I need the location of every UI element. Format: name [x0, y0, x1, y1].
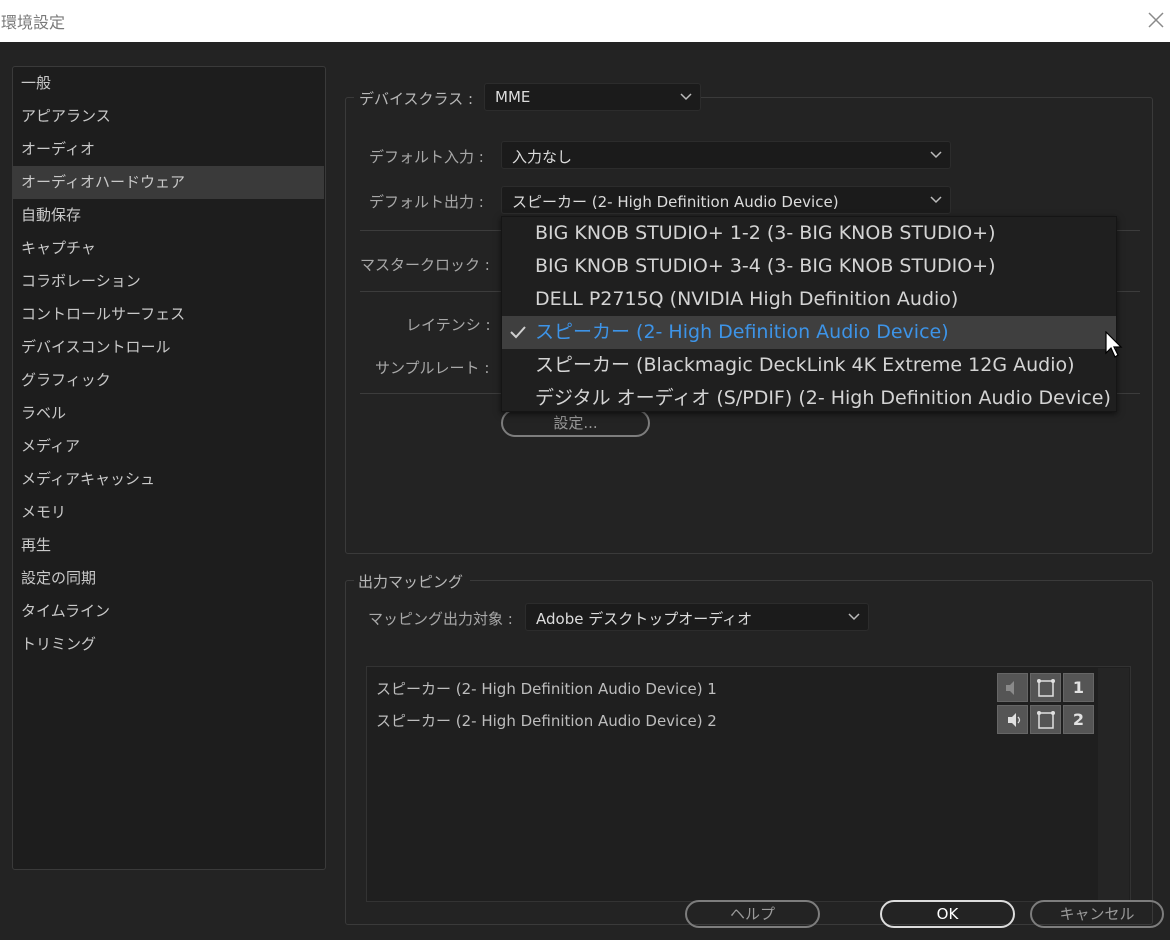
sidebar-item-control-surface[interactable]: コントロールサーフェス: [13, 298, 324, 331]
sidebar-item-memory[interactable]: メモリ: [13, 496, 324, 529]
channel-frame-icon: [1037, 711, 1055, 729]
master-clock-label: マスタークロック :: [360, 256, 490, 274]
ok-button[interactable]: OK: [880, 900, 1015, 928]
sidebar-item-collaboration[interactable]: コラボレーション: [13, 265, 324, 298]
sidebar-item-trim[interactable]: トリミング: [13, 628, 324, 661]
mapping-target-dropdown[interactable]: Adobe デスクトップオーディオ: [525, 603, 869, 631]
menu-item-speaker-decklink[interactable]: スピーカー (Blackmagic DeckLink 4K Extreme 12…: [502, 349, 1116, 382]
chevron-down-icon: [848, 613, 860, 621]
help-button[interactable]: ヘルプ: [685, 900, 820, 928]
chevron-down-icon: [930, 151, 942, 159]
sidebar-item-labels[interactable]: ラベル: [13, 397, 324, 430]
sample-rate-label: サンプルレート :: [375, 359, 490, 377]
sidebar-item-media-cache[interactable]: メディアキャッシュ: [13, 463, 324, 496]
output-mapping-label: 出力マッピング: [358, 573, 464, 591]
mouse-cursor-icon: [1105, 331, 1123, 358]
menu-item-digital-audio-spdif[interactable]: デジタル オーディオ (S/PDIF) (2- High Definition …: [502, 382, 1116, 415]
default-output-dropdown[interactable]: スピーカー (2- High Definition Audio Device): [501, 186, 951, 214]
default-output-label: デフォルト出力 :: [369, 193, 484, 211]
channel-frame-icon: [1037, 679, 1055, 697]
mapping-target-label: マッピング出力対象 :: [368, 610, 513, 628]
preferences-sidebar: 一般 アピアランス オーディオ オーディオハードウェア 自動保存 キャプチャ コ…: [12, 66, 326, 870]
speaker-icon: [1008, 713, 1021, 727]
sidebar-item-audio[interactable]: オーディオ: [13, 133, 324, 166]
sidebar-item-auto-save[interactable]: 自動保存: [13, 199, 324, 232]
list-item[interactable]: スピーカー (2- High Definition Audio Device) …: [376, 678, 717, 699]
channel-number-1[interactable]: 1: [1063, 673, 1094, 702]
default-input-label: デフォルト入力 :: [369, 148, 484, 166]
speaker-mute-button[interactable]: [997, 673, 1028, 702]
device-class-label: デバイスクラス :: [359, 90, 474, 108]
menu-item-big-knob-3-4[interactable]: BIG KNOB STUDIO+ 3-4 (3- BIG KNOB STUDIO…: [502, 250, 1116, 283]
sidebar-item-media[interactable]: メディア: [13, 430, 324, 463]
sidebar-item-timeline[interactable]: タイムライン: [13, 595, 324, 628]
sidebar-item-sync-settings[interactable]: 設定の同期: [13, 562, 324, 595]
sidebar-item-audio-hardware[interactable]: オーディオハードウェア: [13, 166, 324, 199]
latency-label: レイテンシ :: [406, 316, 491, 334]
device-class-dropdown[interactable]: MME: [484, 83, 701, 111]
channel-assign-button[interactable]: [1030, 705, 1061, 734]
channel-number-2[interactable]: 2: [1063, 705, 1094, 734]
sidebar-item-appearance[interactable]: アピアランス: [13, 100, 324, 133]
menu-item-speaker-hd-audio[interactable]: スピーカー (2- High Definition Audio Device): [502, 316, 1116, 349]
sidebar-item-device-control[interactable]: デバイスコントロール: [13, 331, 324, 364]
window-title: 環境設定: [1, 13, 66, 32]
checkmark-icon: [510, 326, 526, 339]
sidebar-item-general[interactable]: 一般: [13, 67, 324, 100]
list-scrollbar[interactable]: [1098, 668, 1129, 900]
cancel-button[interactable]: キャンセル: [1030, 900, 1164, 928]
menu-item-big-knob-1-2[interactable]: BIG KNOB STUDIO+ 1-2 (3- BIG KNOB STUDIO…: [502, 217, 1116, 250]
menu-item-dell-p2715q[interactable]: DELL P2715Q (NVIDIA High Definition Audi…: [502, 283, 1116, 316]
speaker-mute-button[interactable]: [997, 705, 1028, 734]
speaker-icon: [1006, 681, 1014, 695]
chevron-down-icon: [680, 93, 692, 101]
default-output-menu: BIG KNOB STUDIO+ 1-2 (3- BIG KNOB STUDIO…: [501, 216, 1117, 412]
title-bar: 環境設定: [0, 0, 1170, 42]
sidebar-item-playback[interactable]: 再生: [13, 529, 324, 562]
sidebar-item-graphics[interactable]: グラフィック: [13, 364, 324, 397]
list-item[interactable]: スピーカー (2- High Definition Audio Device) …: [376, 710, 717, 731]
default-input-dropdown[interactable]: 入力なし: [501, 141, 951, 169]
sidebar-item-capture[interactable]: キャプチャ: [13, 232, 324, 265]
channel-assign-button[interactable]: [1030, 673, 1061, 702]
chevron-down-icon: [930, 196, 942, 204]
close-icon[interactable]: [1142, 6, 1170, 34]
